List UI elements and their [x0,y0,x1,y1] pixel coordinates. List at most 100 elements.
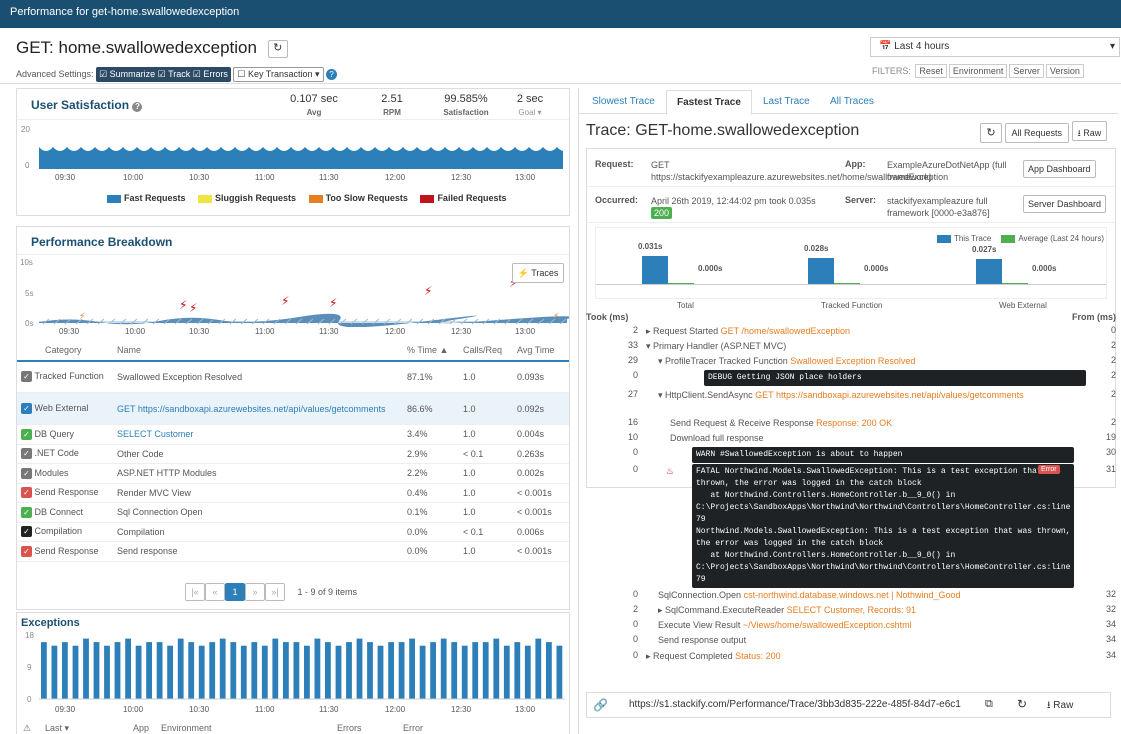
exception-bar[interactable] [430,642,436,699]
exception-bar[interactable] [146,642,152,699]
exception-bar[interactable] [230,642,237,699]
exception-bar[interactable] [41,642,47,699]
check-icon[interactable]: ✓ [21,403,32,414]
exception-bar[interactable] [114,642,121,699]
check-icon[interactable]: ✓ [21,448,32,460]
exception-bar[interactable] [293,642,300,699]
exception-bar[interactable] [188,642,195,699]
row-detail[interactable]: Swallowed Exception Resolved [790,356,915,366]
exception-bar[interactable] [62,642,68,699]
filter-reset[interactable]: Reset [915,64,947,78]
exception-bar[interactable] [177,638,184,699]
refresh-icon[interactable]: ↻ [1017,697,1027,711]
exception-bar[interactable] [535,638,542,699]
expand-icon[interactable]: ▸ [658,605,663,615]
row-detail[interactable]: GET /home/swallowedException [721,326,850,336]
col-error[interactable]: Error [403,723,423,733]
exception-bar[interactable] [346,642,352,699]
exception-bar[interactable] [251,642,258,699]
exception-bar[interactable] [335,645,342,699]
exception-bar[interactable] [83,638,89,699]
timeline-row[interactable]: 0 31 FATAL Northwind.Models.SwallowedExcep… [586,464,1116,588]
row-detail[interactable]: cst-northwind.database.windows.net | Not… [744,590,961,600]
exception-bar[interactable] [240,645,247,699]
exception-bar[interactable] [314,638,321,699]
check-icon[interactable]: ✓ [21,487,32,499]
timeline-row[interactable]: 0 30 WARN #SwallowedException is about to … [586,447,1116,463]
tab-last-trace[interactable]: Last Trace [763,96,810,107]
table-row[interactable]: ✓ Modules ASP.NET HTTP Modules 2.2% 1.0 0.00… [17,463,569,484]
exception-bar[interactable] [451,642,458,699]
check-icon[interactable]: ✓ [21,526,32,538]
traces-button[interactable]: ⚡ Traces [512,263,564,283]
exception-bar[interactable] [524,645,531,699]
help-icon[interactable]: ? [132,102,143,112]
prev-page-button[interactable]: « [205,583,225,601]
tab-fastest-trace[interactable]: Fastest Trace [666,90,752,115]
row-detail[interactable]: SELECT Customer, Records: 91 [787,605,916,615]
table-row[interactable]: ✓ Web External GET https://sandboxapi.azu… [17,392,569,425]
check-icon[interactable]: ✓ [21,545,32,557]
col-last[interactable]: Last ▾ [45,723,69,734]
check-icon[interactable]: ✓ [21,467,32,479]
col-name[interactable]: Name [113,341,403,362]
expand-icon[interactable]: ▾ [658,390,663,400]
exception-bar[interactable] [503,645,510,699]
timeline-row[interactable]: 27 2 ▾ HttpClient.SendAsync GET https://sa… [586,389,1116,403]
app-dashboard-button[interactable]: App Dashboard [1023,160,1096,178]
row-detail[interactable]: GET https://sandboxapi.azurewebsites.net… [755,390,1023,400]
exception-bar[interactable] [209,642,216,699]
exception-bar[interactable] [325,642,331,699]
row-detail[interactable]: Response: 200 OK [816,418,892,428]
page-1-button[interactable]: 1 [225,583,245,601]
trace-url[interactable]: https://s1.stackify.com/Performance/Trac… [629,699,961,710]
timeline-row[interactable]: 29 2 ▾ ProfileTracer Tracked Function Swal… [586,355,1116,369]
table-row[interactable]: ✓ DB Connect Sql Connection Open 0.1% 1.0 < … [17,502,569,523]
exception-bar[interactable] [51,645,58,699]
exception-bar[interactable] [104,645,110,699]
raw-button[interactable]: ⭳ Raw [1047,698,1073,715]
table-row[interactable]: ✓ Send Response Send response 0.0% 1.0 < 0.0… [17,541,569,562]
tab-all-traces[interactable]: All Traces [830,96,874,107]
table-row[interactable]: ✓ Send Response Render MVC View 0.4% 1.0 < 0… [17,483,569,503]
exception-bar[interactable] [304,645,310,699]
row-detail[interactable]: Status: 200 [735,651,781,661]
raw-button[interactable]: ⭳ Raw [1071,121,1108,141]
errors-toggle[interactable]: Errors [203,69,228,79]
time-range-select[interactable]: 📅 Last 4 hours ▾ [870,37,1120,57]
table-row[interactable]: ✓ Tracked Function Swallowed Exception Re… [17,360,569,393]
expand-icon[interactable]: ▾ [646,341,651,351]
expand-icon[interactable]: ▸ [646,651,651,661]
table-row[interactable]: ✓ DB Query SELECT Customer 3.4% 1.0 0.004s [17,424,569,445]
exception-bar[interactable] [377,645,384,699]
check-icon[interactable]: ✓ [21,428,32,440]
exception-bar[interactable] [93,642,100,699]
check-icon[interactable]: ✓ [21,506,32,518]
exception-bar[interactable] [461,645,468,699]
timeline-row[interactable]: 0 34 ▸ Request Completed Status: 200 [586,650,1116,664]
key-transaction-dropdown[interactable]: ☐ Key Transaction ▾ [233,67,324,82]
exception-bar[interactable] [556,645,563,699]
filter-version[interactable]: Version [1045,64,1084,78]
exception-bar[interactable] [135,645,142,699]
col-environment[interactable]: Environment [161,723,212,733]
exception-bar[interactable] [482,642,489,699]
timeline-row[interactable]: 16 2 Send Request & Receive Response Respo… [586,417,1116,431]
exception-bar[interactable] [72,645,79,699]
all-requests-button[interactable]: All Requests [1004,123,1070,143]
table-row[interactable]: ✓ Compilation Compilation 0.0% < 0.1 0.006s [17,522,569,542]
tab-slowest-trace[interactable]: Slowest Trace [592,96,655,107]
help-icon[interactable]: ? [326,69,338,80]
expand-icon[interactable]: ▸ [646,326,651,336]
table-row[interactable]: ✓ .NET Code Other Code 2.9% < 0.1 0.263s [17,444,569,464]
last-page-button[interactable]: »| [265,583,285,601]
exception-bar[interactable] [198,645,205,699]
exception-bar[interactable] [546,642,552,699]
exception-bar[interactable] [261,645,268,699]
stat-goal[interactable]: 2 sec Goal ▾ [495,93,565,117]
timeline-row[interactable]: 0 2 DEBUG Getting JSON place holders [586,370,1116,386]
exception-bar[interactable] [156,642,163,699]
exception-bar[interactable] [419,645,426,699]
exception-bar[interactable] [283,642,289,699]
exception-bar[interactable] [125,638,131,699]
